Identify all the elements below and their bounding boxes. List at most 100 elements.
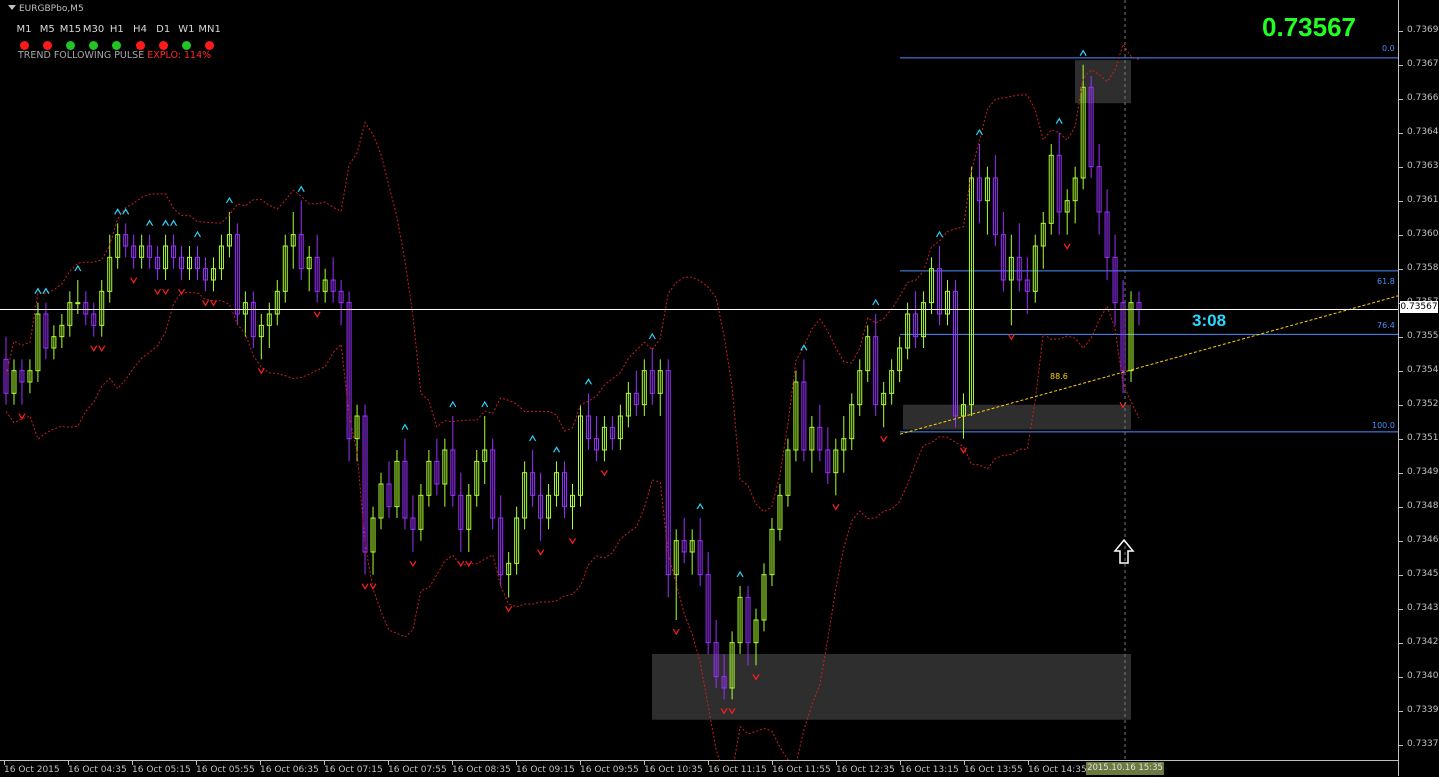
- down-arrow-icon: [568, 538, 577, 545]
- down-arrow-icon: [90, 345, 98, 352]
- price-axis-label: 0.73480: [1407, 500, 1439, 511]
- timeframe-label: M1: [16, 24, 32, 35]
- price-axis-label: 0.73630: [1407, 160, 1439, 171]
- up-arrow-icon: [162, 219, 170, 226]
- price-tick: [1399, 268, 1403, 270]
- down-arrow-icon: [130, 277, 138, 284]
- price-axis-label: 0.73600: [1407, 228, 1439, 239]
- up-arrow-icon: [529, 434, 537, 442]
- price-axis-label: 0.73555: [1407, 330, 1439, 341]
- up-arrow-icon: [146, 219, 154, 226]
- down-arrow-icon: [257, 368, 265, 375]
- time-axis-label: 16 Oct 07:55: [388, 765, 447, 775]
- symbol-title-text: EURGBPbo,M5: [19, 4, 84, 14]
- up-arrow-icon: [122, 208, 130, 215]
- price-tick: [1399, 370, 1403, 372]
- candle-countdown: 3:08: [1192, 311, 1227, 330]
- up-arrow-icon: [696, 502, 704, 510]
- down-arrow-icon: [98, 345, 106, 352]
- price-axis-label: 0.73675: [1407, 58, 1439, 69]
- price-tick: [1399, 200, 1403, 202]
- down-arrow-icon: [154, 288, 162, 296]
- up-arrow-icon: [225, 196, 233, 204]
- price-axis-label: 0.73465: [1407, 534, 1439, 545]
- down-arrow-icon: [1007, 334, 1015, 341]
- status-dot-icon: [158, 41, 168, 50]
- up-arrow-icon: [401, 423, 409, 430]
- timeframe-label: M5: [39, 24, 55, 35]
- price-tick: [1399, 166, 1403, 168]
- price-tick: [1399, 98, 1403, 100]
- price-tick: [1399, 234, 1403, 236]
- price-axis-label: 0.73405: [1407, 670, 1439, 681]
- chart-area[interactable]: EURGBPbo,M5 M1 M5 M15 M30 H1 H4 D1 W1 MN1 TREND …: [0, 0, 1398, 760]
- price-tick: [1399, 404, 1403, 406]
- price-chart[interactable]: [0, 0, 1398, 760]
- time-axis-label: 16 Oct 10:35: [644, 765, 703, 775]
- price-tick: [1399, 710, 1403, 712]
- down-arrow-icon: [369, 583, 377, 590]
- down-arrow-icon: [409, 560, 417, 568]
- price-tick: [1399, 132, 1403, 134]
- price-tick: [1399, 574, 1403, 576]
- price-axis-label: 0.73525: [1407, 398, 1439, 409]
- timeframe-label: W1: [178, 24, 195, 35]
- down-arrow-icon: [832, 504, 840, 511]
- time-axis[interactable]: 16 Oct 2015 16 Oct 04:35 16 Oct 05:15 16 Oc…: [0, 760, 1398, 777]
- status-dot-icon: [42, 41, 52, 50]
- up-arrow-icon: [170, 219, 178, 226]
- price-axis[interactable]: 0.73690 0.73675 0.73660 0.73645 0.73630 0.736…: [1398, 0, 1439, 776]
- down-arrow-icon: [209, 300, 217, 307]
- up-arrow-icon: [297, 185, 305, 192]
- down-arrow-icon: [313, 311, 321, 318]
- up-arrow-icon: [872, 298, 880, 306]
- price-axis-label: 0.73615: [1407, 194, 1439, 205]
- demand-zone-mid: [903, 404, 1131, 430]
- up-arrow-icon: [1079, 49, 1087, 56]
- price-tick: [1399, 676, 1403, 678]
- down-arrow-icon: [361, 583, 369, 590]
- current-price-marker: 0.73567: [1400, 301, 1438, 313]
- down-arrow-icon: [1063, 243, 1071, 250]
- current-time-marker: 2015.10.16 15:35: [1086, 762, 1164, 775]
- time-axis-label: 16 Oct 13:55: [964, 765, 1023, 775]
- price-tick: [1399, 506, 1403, 508]
- price-axis-label: 0.73420: [1407, 636, 1439, 647]
- current-price-display: 0.73567: [1262, 12, 1356, 42]
- status-dot-icon: [135, 41, 145, 50]
- down-arrow-icon: [600, 470, 608, 477]
- trend-pulse-label: TREND FOLLOWING PULSE EXPLO: 114%: [18, 50, 211, 61]
- down-arrow-icon: [178, 288, 186, 296]
- price-tick: [1399, 336, 1403, 338]
- down-arrow-icon: [537, 549, 545, 556]
- time-axis-label: 16 Oct 09:15: [516, 765, 575, 775]
- symbol-title: EURGBPbo,M5: [8, 4, 84, 14]
- fib-label-0: 0.0: [1382, 44, 1395, 53]
- fib-label-886: 88.6: [1050, 372, 1068, 381]
- price-axis-label: 0.73660: [1407, 92, 1439, 103]
- up-arrow-icon: [114, 208, 122, 215]
- fib-label-764: 76.4: [1377, 321, 1395, 330]
- price-axis-label: 0.73495: [1407, 466, 1439, 477]
- timeframe-label: MN1: [198, 24, 221, 35]
- up-arrow-icon: [74, 264, 82, 272]
- price-tick: [1399, 608, 1403, 610]
- up-arrow-icon: [553, 446, 561, 453]
- up-arrow-icon: [34, 287, 42, 294]
- price-tick: [1399, 540, 1403, 542]
- time-axis-label: 16 Oct 11:55: [772, 765, 831, 775]
- trend-pulse-value: EXPLO: 114%: [147, 50, 212, 61]
- up-arrow-icon: [936, 230, 944, 238]
- price-axis-label: 0.73585: [1407, 262, 1439, 273]
- down-arrow-icon: [505, 606, 513, 613]
- price-tick: [1399, 438, 1403, 440]
- collapse-triangle-icon[interactable]: [8, 5, 16, 10]
- down-arrow-icon: [162, 288, 170, 296]
- time-axis-label: 16 Oct 09:55: [580, 765, 639, 775]
- up-arrow-icon: [481, 400, 489, 408]
- status-dot-icon: [65, 41, 75, 50]
- up-arrow-icon: [1055, 117, 1063, 124]
- time-axis-label: 16 Oct 11:15: [708, 765, 767, 775]
- up-arrow-icon: [648, 332, 656, 340]
- timeframe-label: M30: [82, 24, 105, 35]
